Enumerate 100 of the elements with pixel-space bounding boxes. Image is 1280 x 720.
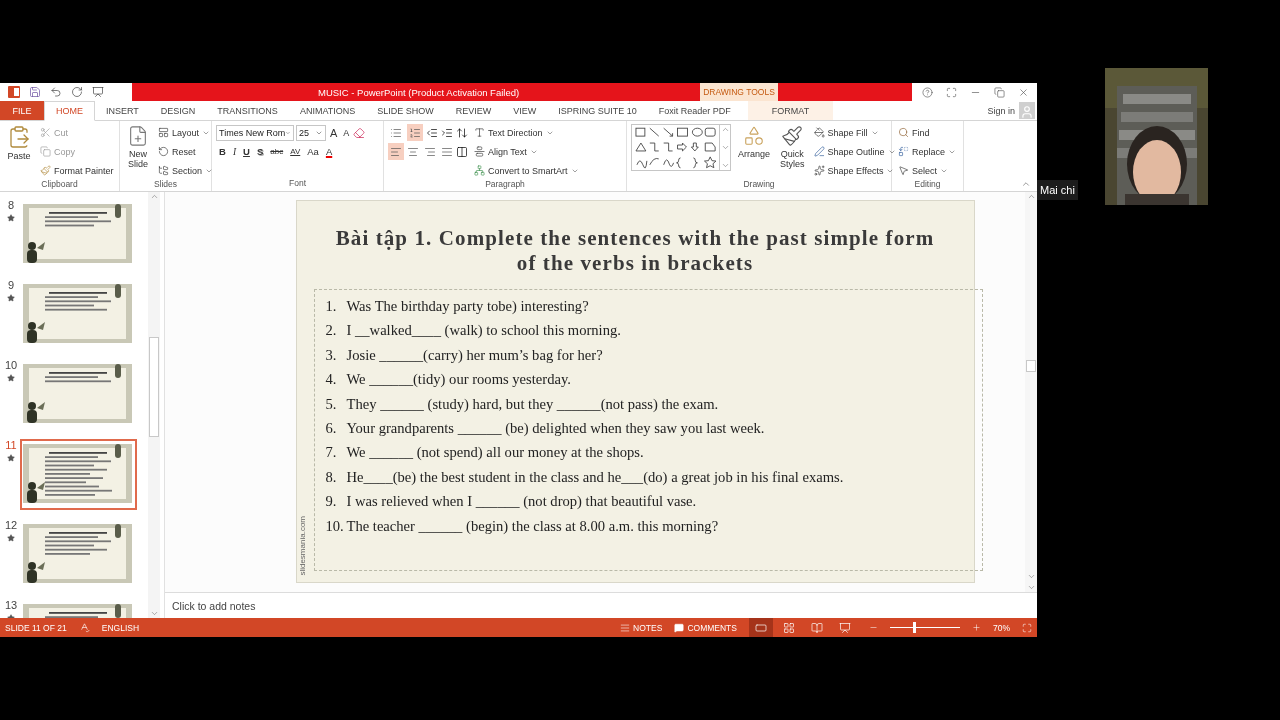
scissors-icon: [40, 127, 51, 138]
format-button[interactable]: AV: [287, 143, 304, 160]
ribbon-tab[interactable]: FILE: [0, 101, 44, 120]
layout-button[interactable]: Layout: [156, 124, 216, 141]
search-icon: [898, 127, 909, 138]
shape-effects-button[interactable]: Shape Effects: [811, 162, 898, 179]
align-left-icon: [390, 145, 402, 158]
shape-outline-button[interactable]: Shape Outline: [811, 143, 898, 160]
format-button[interactable]: I: [229, 143, 240, 160]
numbered-list-icon: [409, 126, 421, 139]
list-button[interactable]: [407, 124, 423, 141]
exercise-sentence: 9. I was relieved when I ______ (not drop) that beautiful vase.: [325, 492, 698, 512]
help-icon: [922, 86, 933, 98]
star-icon: [7, 534, 15, 542]
format-button[interactable]: U: [240, 143, 253, 160]
font-size-field[interactable]: 25: [296, 124, 326, 141]
exercise-sentence: 6. Your grandparents ______ (be) delighted when they saw you last week.: [325, 418, 766, 438]
ribbon-tab[interactable]: SLIDE SHOW: [366, 101, 445, 120]
scrollbar-thumb[interactable]: [1026, 360, 1036, 372]
ribbon-tab[interactable]: HOME: [44, 101, 95, 121]
ribbon-tab[interactable]: VIEW: [502, 101, 548, 120]
slide-number: 8: [7, 199, 15, 212]
close-icon: [1018, 86, 1029, 98]
ribbon-tab[interactable]: ISPRING SUITE 10: [547, 101, 648, 120]
slide-thumbnail[interactable]: [20, 439, 137, 510]
ribbon-tab[interactable]: ANIMATIONS: [288, 101, 367, 120]
group-label: Editing: [914, 179, 941, 191]
pointer-icon: [898, 165, 909, 176]
notes-placeholder[interactable]: Click to add notes: [172, 599, 256, 612]
align-button[interactable]: [388, 143, 404, 160]
scroll-up-icon: [149, 192, 159, 201]
ribbon-tab[interactable]: INSERT: [95, 101, 150, 120]
grid-icon: [783, 621, 795, 634]
slide-number: 10: [4, 359, 18, 372]
scrollbar-thumb[interactable]: [149, 337, 159, 437]
slide-number: 12: [4, 519, 18, 532]
star-icon: [7, 214, 15, 222]
grow-font-button[interactable]: A: [328, 124, 340, 141]
ribbon-tab[interactable]: TRANSITIONS: [206, 101, 289, 120]
zoom-in-icon: [972, 623, 981, 632]
format-button[interactable]: B: [216, 143, 229, 160]
format-button[interactable]: Aa: [304, 143, 322, 160]
ribbon-tab[interactable]: FORMAT: [747, 101, 834, 120]
view-button[interactable]: [749, 618, 773, 637]
reset-button[interactable]: Reset: [156, 143, 216, 160]
eraser-icon: [353, 126, 366, 139]
replace-button[interactable]: Replace: [896, 143, 959, 160]
format-painter-button[interactable]: Format Painter: [38, 162, 116, 179]
more-icon: [720, 161, 730, 170]
zoom-slider-thumb[interactable]: [912, 622, 916, 633]
format-button[interactable]: abc: [267, 143, 287, 160]
scrollbar[interactable]: [1025, 192, 1037, 592]
bullet-list-icon: [390, 126, 402, 139]
notes-icon: [620, 622, 631, 633]
copy-icon: [40, 146, 51, 157]
align-center-icon: [407, 145, 419, 158]
paste-button[interactable]: Paste: [4, 124, 34, 179]
shrink-font-button[interactable]: A: [341, 124, 352, 141]
paintbrush-icon: [40, 165, 51, 176]
format-button[interactable]: A: [322, 143, 336, 160]
text-box[interactable]: [313, 289, 983, 571]
ribbon-tab[interactable]: REVIEW: [444, 101, 503, 120]
ribbon-tab[interactable]: Foxit Reader PDF: [647, 101, 742, 120]
ribbon-tab[interactable]: DESIGN: [149, 101, 207, 120]
line-spacing-icon: [456, 126, 468, 139]
find-button[interactable]: Find: [896, 124, 959, 141]
scroll-up-icon: [720, 125, 730, 134]
select-button[interactable]: Select: [896, 162, 959, 179]
scrollbar[interactable]: [148, 192, 160, 618]
scroll-down-icon: [720, 143, 730, 152]
slide-number: 9: [7, 279, 15, 292]
fit-to-window-icon: [1022, 622, 1032, 633]
scroll-up-icon: [1026, 192, 1036, 201]
text-direction-button[interactable]: Text Direction: [472, 124, 581, 141]
language-label: ENGLISH: [101, 622, 140, 633]
slide-number: 11: [5, 439, 17, 452]
ribbon-display-icon: [946, 86, 957, 98]
comment-icon: [674, 622, 685, 633]
undo-icon: [50, 86, 62, 98]
section-icon: [158, 165, 169, 176]
spell-check-icon: [78, 622, 90, 633]
arrange-button[interactable]: Arrange: [735, 124, 774, 179]
group-label: Slides: [153, 179, 178, 191]
section-button[interactable]: Section: [156, 162, 216, 179]
new-slide-button[interactable]: New Slide: [124, 124, 152, 179]
shapes-gallery[interactable]: [631, 124, 731, 171]
sign-in-link[interactable]: Sign in: [987, 105, 1019, 116]
participant-name: Mai chi: [1037, 180, 1078, 200]
exercise-sentence: 3. Josie ______(carry) her mum’s bag for her?: [325, 345, 604, 365]
comments-button[interactable]: COMMENTS: [674, 622, 737, 633]
format-button[interactable]: S: [253, 143, 267, 160]
font-name-field[interactable]: Times New Rom: [216, 124, 294, 141]
exercise-sentence: 5. They ______ (study) hard, but they ______(not pass) the exam.: [325, 394, 720, 414]
align-text-button[interactable]: Align Text: [472, 143, 581, 160]
shape-fill-button[interactable]: Shape Fill: [811, 124, 898, 141]
group-label: Paragraph: [485, 179, 525, 191]
notes-button[interactable]: NOTES: [620, 622, 663, 633]
convert-smartart-button[interactable]: Convert to SmartArt: [472, 162, 581, 179]
quick-styles-button[interactable]: Quick Styles: [777, 124, 808, 179]
window-title: MUSIC - PowerPoint (Product Activation Failed): [318, 86, 520, 98]
